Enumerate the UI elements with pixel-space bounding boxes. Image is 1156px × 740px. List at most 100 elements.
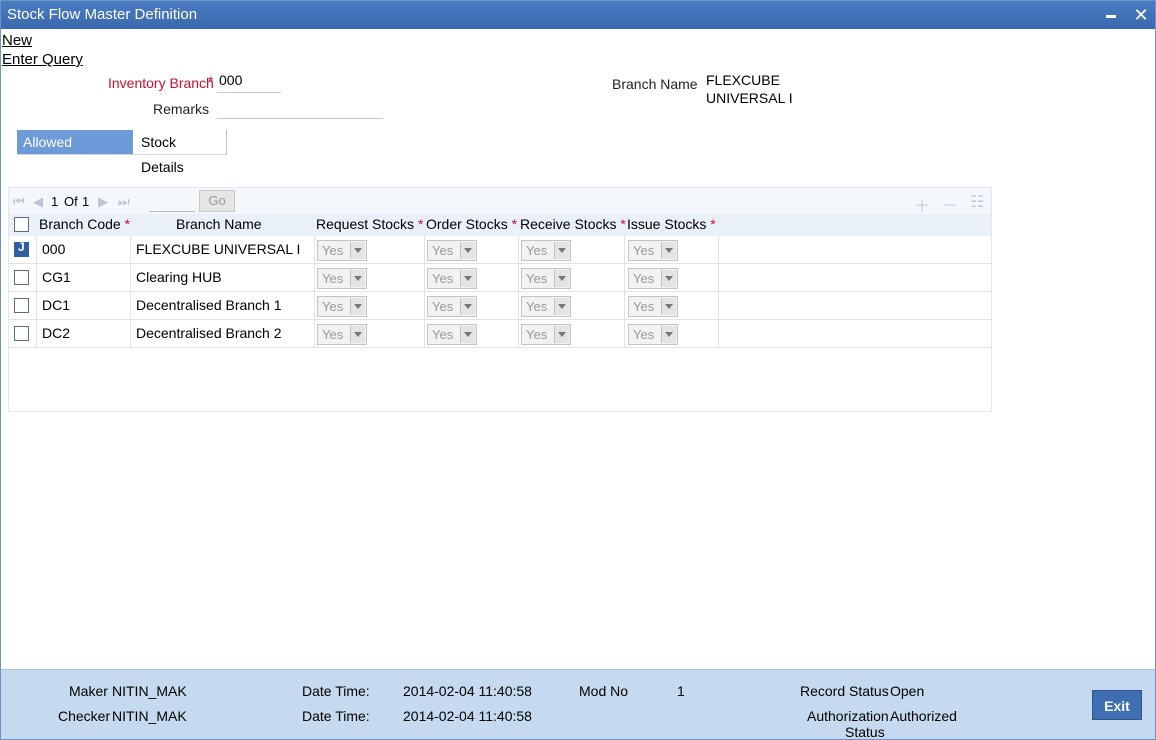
branch-name-cell[interactable]: Clearing HUB [136, 264, 222, 292]
remarks-label: Remarks [153, 101, 210, 117]
request-stocks-value: Yes [322, 243, 344, 258]
chevron-down-icon[interactable] [350, 298, 365, 315]
column-divider [36, 292, 37, 320]
request-stocks-select[interactable]: Yes [317, 324, 367, 345]
table-row[interactable]: DC1 Decentralised Branch 1 Yes Yes Yes Yes [9, 292, 991, 320]
order-stocks-select[interactable]: Yes [427, 240, 477, 261]
allowed-branches-grid: ⏮ ◀ 1 Of 1 ▶ ⏭ Go ＋ － ☷ Branch Code * Br… [8, 187, 992, 412]
chevron-down-icon[interactable] [554, 270, 569, 287]
tab-allowed-branches[interactable]: Allowed Branches [17, 130, 133, 175]
inventory-branch-input[interactable]: 000 [217, 71, 281, 93]
single-view-icon[interactable]: ☷ [970, 192, 984, 212]
last-page-icon[interactable]: ⏭ [118, 194, 130, 210]
chevron-down-icon[interactable] [460, 242, 475, 259]
request-stocks-value: Yes [322, 271, 344, 286]
issue-stocks-select[interactable]: Yes [628, 324, 678, 345]
column-divider [36, 320, 37, 348]
receive-stocks-select[interactable]: Yes [521, 268, 571, 289]
receive-stocks-select[interactable]: Yes [521, 324, 571, 345]
remarks-input[interactable] [217, 97, 383, 119]
chevron-down-icon[interactable] [554, 242, 569, 259]
authorization-status-label-2: Status [845, 724, 885, 740]
column-divider [36, 264, 37, 292]
select-all-checkbox[interactable] [14, 217, 29, 232]
header-order-stocks: Order Stocks * [426, 216, 518, 232]
request-stocks-select[interactable]: Yes [317, 296, 367, 317]
branch-code-cell[interactable]: DC2 [42, 320, 70, 348]
issue-stocks-value: Yes [633, 243, 655, 258]
order-stocks-select[interactable]: Yes [427, 296, 477, 317]
mod-no-label: Mod No [579, 683, 629, 699]
header-receive-stocks: Receive Stocks * [520, 216, 626, 232]
column-divider [718, 292, 719, 320]
column-divider [424, 292, 425, 320]
total-pages: 1 [82, 194, 90, 209]
tab-stock-details[interactable]: Stock Details [135, 130, 227, 175]
receive-stocks-select[interactable]: Yes [521, 240, 571, 261]
chevron-down-icon[interactable] [460, 298, 475, 315]
header-branch-code: Branch Code * [39, 216, 131, 232]
chevron-down-icon[interactable] [554, 326, 569, 343]
checker-value: NITIN_MAK [112, 708, 187, 724]
minimize-icon[interactable] [1101, 5, 1121, 25]
order-stocks-select[interactable]: Yes [427, 324, 477, 345]
chevron-down-icon[interactable] [661, 326, 676, 343]
row-select-checkbox[interactable] [14, 270, 29, 285]
maker-value: NITIN_MAK [112, 683, 187, 699]
maker-label: Maker [69, 683, 108, 699]
issue-stocks-value: Yes [633, 299, 655, 314]
issue-stocks-select[interactable]: Yes [628, 240, 678, 261]
chevron-down-icon[interactable] [350, 242, 365, 259]
branch-code-cell[interactable]: CG1 [42, 264, 71, 292]
issue-stocks-select[interactable]: Yes [628, 296, 678, 317]
prev-page-icon[interactable]: ◀ [33, 194, 43, 210]
exit-button[interactable]: Exit [1092, 690, 1142, 720]
column-divider [624, 320, 625, 348]
branch-name-cell[interactable]: Decentralised Branch 1 [136, 292, 282, 320]
add-row-icon[interactable]: ＋ [914, 192, 930, 216]
branch-name-cell[interactable]: Decentralised Branch 2 [136, 320, 282, 348]
column-divider [624, 236, 625, 264]
receive-stocks-select[interactable]: Yes [521, 296, 571, 317]
branch-name-cell[interactable]: FLEXCUBE UNIVERSAL I [136, 236, 300, 264]
enter-query-link[interactable]: Enter Query [2, 51, 83, 68]
first-page-icon[interactable]: ⏮ [13, 194, 25, 210]
branch-code-cell[interactable]: DC1 [42, 292, 70, 320]
chevron-down-icon[interactable] [554, 298, 569, 315]
next-page-icon[interactable]: ▶ [98, 194, 108, 210]
go-button[interactable]: Go [199, 190, 235, 212]
window-title: Stock Flow Master Definition [7, 6, 198, 23]
chevron-down-icon[interactable] [460, 270, 475, 287]
column-divider [424, 320, 425, 348]
chevron-down-icon[interactable] [661, 270, 676, 287]
issue-stocks-select[interactable]: Yes [628, 268, 678, 289]
delete-row-icon[interactable]: － [942, 192, 958, 216]
chevron-down-icon[interactable] [661, 298, 676, 315]
inventory-branch-label: Inventory Branch [108, 75, 214, 91]
new-link[interactable]: New [2, 32, 32, 49]
row-select-checkbox[interactable] [14, 298, 29, 313]
page-number-input[interactable] [149, 192, 195, 212]
table-row[interactable]: DC2 Decentralised Branch 2 Yes Yes Yes Yes [9, 320, 991, 348]
row-select-checkbox[interactable] [14, 240, 29, 257]
branch-name-field[interactable]: FLEXCUBE UNIVERSAL I [704, 71, 858, 106]
record-status-label: Record Status [800, 683, 889, 699]
column-divider [718, 264, 719, 292]
issue-stocks-value: Yes [633, 271, 655, 286]
order-stocks-select[interactable]: Yes [427, 268, 477, 289]
table-row[interactable]: 000 FLEXCUBE UNIVERSAL I Yes Yes Yes Yes [9, 236, 991, 264]
table-row[interactable]: CG1 Clearing HUB Yes Yes Yes Yes [9, 264, 991, 292]
chevron-down-icon[interactable] [460, 326, 475, 343]
row-select-checkbox[interactable] [14, 326, 29, 341]
order-stocks-value: Yes [432, 271, 454, 286]
chevron-down-icon[interactable] [661, 242, 676, 259]
request-stocks-select[interactable]: Yes [317, 268, 367, 289]
branch-code-cell[interactable]: 000 [42, 236, 65, 264]
request-stocks-select[interactable]: Yes [317, 240, 367, 261]
request-stocks-value: Yes [322, 299, 344, 314]
chevron-down-icon[interactable] [350, 270, 365, 287]
column-divider [314, 292, 315, 320]
column-divider [130, 320, 131, 348]
close-icon[interactable]: ✕ [1131, 5, 1151, 25]
chevron-down-icon[interactable] [350, 326, 365, 343]
